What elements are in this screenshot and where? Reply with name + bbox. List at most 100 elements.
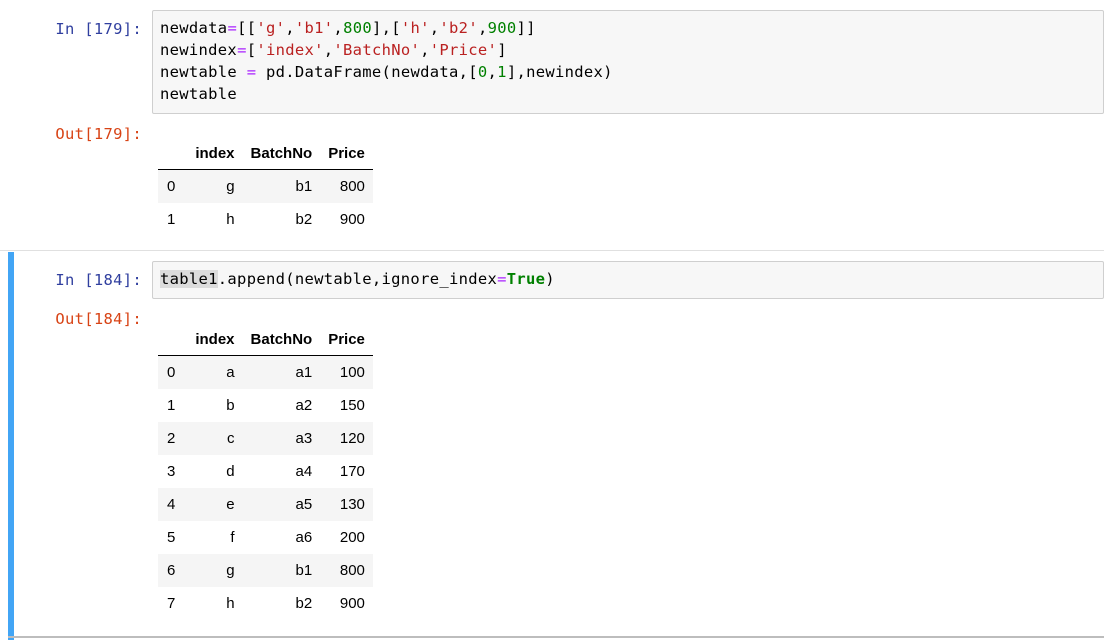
- code-token: ,: [420, 41, 430, 59]
- code-token: 'index': [256, 41, 324, 59]
- row-index: 7: [167, 595, 176, 612]
- code-token: ,: [477, 19, 488, 37]
- row-index: 0: [167, 178, 176, 195]
- code-token: pd: [256, 63, 286, 81]
- row-index: 1: [167, 211, 176, 228]
- table-row: 0 g b1 800: [158, 169, 373, 203]
- table-cell: f: [230, 529, 235, 546]
- cell-divider: [0, 250, 1104, 251]
- table-row: 0 a a1 100: [158, 355, 373, 389]
- code-token: 'Price': [429, 41, 498, 59]
- code-line[interactable]: table1.append(newtable,ignore_index=True…: [160, 268, 1096, 290]
- table-cell: g: [226, 562, 235, 579]
- table-cell: a5: [295, 496, 313, 513]
- table-cell: a3: [295, 430, 313, 447]
- code-token: 'h': [400, 19, 430, 37]
- output-dataframe: index BatchNo Price 0 g b1 800 1 h b2 900: [158, 138, 373, 236]
- code-token: ]: [497, 41, 507, 59]
- code-token: ,: [323, 41, 334, 59]
- code-editor[interactable]: newdata=[['g','b1',800],['h','b2',900]] n…: [152, 10, 1104, 114]
- table-cell: 170: [339, 463, 365, 480]
- table-cell: 800: [339, 562, 365, 579]
- code-token: =: [497, 270, 507, 288]
- table-header-row: index BatchNo Price: [158, 324, 373, 356]
- table-cell: h: [226, 595, 235, 612]
- code-token: ,: [333, 19, 344, 37]
- code-token: ]]: [516, 19, 536, 37]
- code-token: newdata: [160, 19, 228, 37]
- code-text[interactable]: table1.append(newtable,ignore_index=True…: [153, 262, 1103, 296]
- code-token: .append(newtable,ignore_index: [217, 270, 498, 288]
- input-prompt: In [179]:: [55, 20, 142, 38]
- table-row: 7 h b2 900: [158, 587, 373, 620]
- table-cell: b: [226, 397, 235, 414]
- table-cell: c: [227, 430, 235, 447]
- table-row: 6 g b1 800: [158, 554, 373, 587]
- code-token: DataFrame(newdata,[: [294, 63, 478, 81]
- code-token: 900: [487, 19, 517, 37]
- code-token: ],newindex): [506, 63, 613, 81]
- code-token: [: [246, 41, 257, 59]
- table-cell: b1: [295, 178, 313, 195]
- table-cell: 900: [339, 211, 365, 228]
- output-dataframe: index BatchNo Price 0 a a1 100 1 b a2 150 2 c a3 120 3 d…: [158, 324, 373, 620]
- table-row: 3 d a4 170: [158, 455, 373, 488]
- code-token: 1: [497, 63, 507, 81]
- row-index: 0: [167, 364, 176, 381]
- table-cell: d: [226, 463, 235, 480]
- row-index: 6: [167, 562, 176, 579]
- table-row: 5 f a6 200: [158, 521, 373, 554]
- column-header: BatchNo: [242, 324, 321, 356]
- row-index: 3: [167, 463, 176, 480]
- code-line[interactable]: newdata=[['g','b1',800],['h','b2',900]]: [160, 17, 1096, 39]
- table-cell: a1: [295, 364, 313, 381]
- notebook-cell-179[interactable]: In [179]: newdata=[['g','b1',800],['h','…: [0, 0, 1104, 248]
- code-token: ,: [487, 63, 498, 81]
- code-editor[interactable]: table1.append(newtable,ignore_index=True…: [152, 261, 1104, 299]
- notebook-cell-184[interactable]: In [184]: table1.append(newtable,ignore_…: [0, 252, 1104, 640]
- row-index: 5: [167, 529, 176, 546]
- code-token: table1: [160, 270, 218, 288]
- code-token: 'b1': [294, 19, 334, 37]
- index-header: [158, 324, 188, 356]
- code-text[interactable]: newdata=[['g','b1',800],['h','b2',900]] n…: [153, 11, 1103, 111]
- code-token: ): [545, 270, 555, 288]
- row-index: 4: [167, 496, 176, 513]
- code-token: ,: [285, 19, 295, 37]
- table-row: 4 e a5 130: [158, 488, 373, 521]
- code-token: ],[: [371, 19, 401, 37]
- column-header: BatchNo: [242, 138, 321, 170]
- table-cell: h: [226, 211, 235, 228]
- code-token: 800: [343, 19, 372, 37]
- code-token: 0: [477, 63, 488, 81]
- table-cell: 800: [339, 178, 365, 195]
- input-prompt: In [184]:: [55, 271, 142, 289]
- code-token: =: [227, 19, 238, 37]
- table-cell: 200: [339, 529, 365, 546]
- code-token: newindex: [160, 41, 238, 59]
- index-header: [158, 138, 188, 170]
- code-token: 'b2': [439, 19, 478, 37]
- table-cell: 130: [339, 496, 365, 513]
- code-token: 'g': [256, 19, 286, 37]
- code-line[interactable]: newtable = pd.DataFrame(newdata,[0,1],ne…: [160, 61, 1096, 83]
- table-cell: 120: [339, 430, 365, 447]
- code-line[interactable]: newtable: [160, 83, 1096, 105]
- row-index: 2: [167, 430, 176, 447]
- column-header: index: [187, 324, 243, 356]
- table-cell: a2: [295, 397, 313, 414]
- code-token: newtable: [160, 85, 238, 103]
- code-token: ,: [429, 19, 440, 37]
- code-token: =: [246, 63, 257, 81]
- column-header: Price: [320, 138, 373, 170]
- table-cell: g: [226, 178, 235, 195]
- table-row: 1 b a2 150: [158, 389, 373, 422]
- code-line[interactable]: newindex=['index','BatchNo','Price']: [160, 39, 1096, 61]
- code-token: newtable: [160, 63, 247, 81]
- table-cell: b2: [295, 211, 313, 228]
- table-cell: b1: [295, 562, 313, 579]
- table-cell: b2: [295, 595, 313, 612]
- table-cell: a4: [295, 463, 313, 480]
- table-cell: 100: [339, 364, 365, 381]
- row-index: 1: [167, 397, 176, 414]
